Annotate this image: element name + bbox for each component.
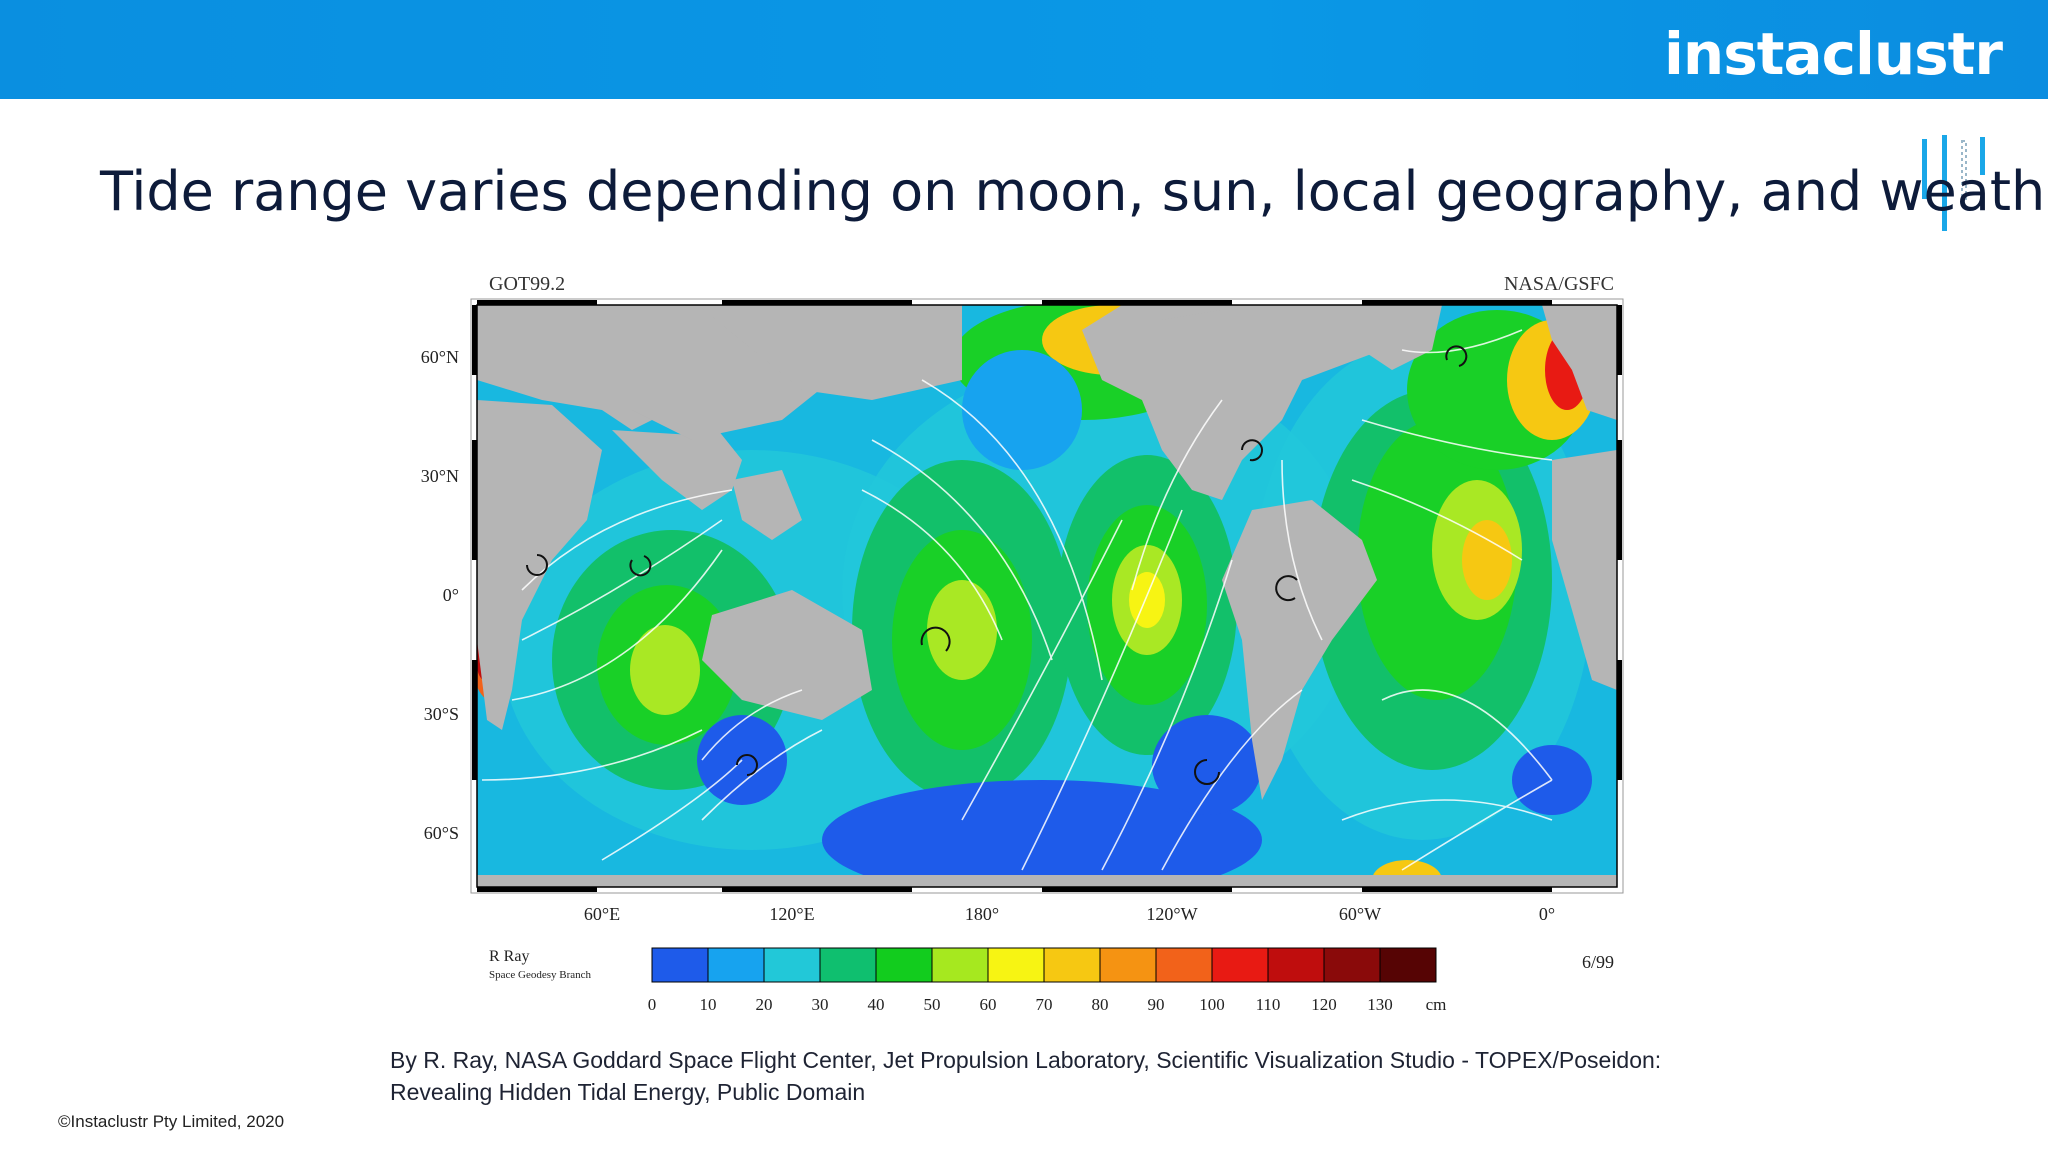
- colorbar-ticks: 0 10 20 30 40 50 60 70 80 90 100 110 120 130 cm: [648, 995, 1447, 1014]
- colorbar-swatch: [1099, 947, 1157, 983]
- colorbar-tick-label: 100: [1199, 995, 1225, 1014]
- colorbar-tick-label: 90: [1148, 995, 1165, 1014]
- header-bar: instaclustr: [0, 0, 2048, 99]
- colorbar-tick-label: 110: [1256, 995, 1281, 1014]
- lat-label-30n: 30°N: [421, 466, 459, 486]
- colorbar-tick-label: 40: [868, 995, 885, 1014]
- tide-range-map: GOT99.2 NASA/GSFC 60°N 30°N 0° 30°S 60°S…: [402, 260, 1652, 1030]
- colorbar-swatch: [1323, 947, 1381, 983]
- slide-title: Tide range varies depending on moon, sun…: [100, 160, 2048, 223]
- lon-label-60w: 60°W: [1339, 904, 1381, 924]
- attribution-line-1: By R. Ray, NASA Goddard Space Flight Cen…: [390, 1047, 1662, 1073]
- lat-label-60n: 60°N: [421, 347, 459, 367]
- lon-label-180: 180°: [965, 904, 999, 924]
- colorbar-tick-label: 130: [1367, 995, 1393, 1014]
- instaclustr-logo: instaclustr: [1664, 20, 2003, 88]
- colorbar-swatch: [987, 947, 1045, 983]
- colorbar-tick-label: 10: [700, 995, 717, 1014]
- colorbar-tick-label: 30: [812, 995, 829, 1014]
- colorbar-tick-label: 20: [756, 995, 773, 1014]
- colorbar-swatch: [651, 947, 709, 983]
- colorbar-swatch: [763, 947, 821, 983]
- lon-label-60e: 60°E: [584, 904, 620, 924]
- image-attribution: By R. Ray, NASA Goddard Space Flight Cen…: [390, 1044, 1710, 1108]
- colorbar-tick-label: 0: [648, 995, 657, 1014]
- colorbar-tick-label: 120: [1311, 995, 1337, 1014]
- map-credit-name: R Ray: [489, 948, 529, 965]
- copyright-notice: ©Instaclustr Pty Limited, 2020: [58, 1112, 285, 1131]
- map-credit-dept: Space Geodesy Branch: [489, 969, 592, 981]
- colorbar-swatch: [875, 947, 933, 983]
- colorbar-swatch: [819, 947, 877, 983]
- tide-amplitude-field: [477, 305, 1617, 887]
- colorbar-swatch: [1267, 947, 1325, 983]
- colorbar-tick-label: 70: [1036, 995, 1053, 1014]
- colorbar-tick-label: cm: [1426, 995, 1447, 1014]
- colorbar-swatch: [1379, 947, 1437, 983]
- colorbar-swatch: [931, 947, 989, 983]
- map-date: 6/99: [1582, 952, 1614, 972]
- colorbar-swatch: [1043, 947, 1101, 983]
- colorbar-tick-label: 50: [924, 995, 941, 1014]
- colorbar-swatch: [1155, 947, 1213, 983]
- attribution-line-2: Revealing Hidden Tidal Energy, Public Do…: [390, 1079, 866, 1105]
- colorbar-tick-label: 80: [1092, 995, 1109, 1014]
- colorbar: [651, 947, 1437, 983]
- lon-label-120w: 120°W: [1146, 904, 1197, 924]
- map-label-left: GOT99.2: [489, 273, 565, 295]
- lat-label-0: 0°: [443, 585, 459, 605]
- lat-label-30s: 30°S: [424, 704, 459, 724]
- lon-label-120e: 120°E: [769, 904, 814, 924]
- lon-label-0: 0°: [1539, 904, 1555, 924]
- colorbar-swatch: [707, 947, 765, 983]
- map-label-right: NASA/GSFC: [1504, 273, 1614, 295]
- lat-label-60s: 60°S: [424, 823, 459, 843]
- colorbar-swatch: [1211, 947, 1269, 983]
- colorbar-tick-label: 60: [980, 995, 997, 1014]
